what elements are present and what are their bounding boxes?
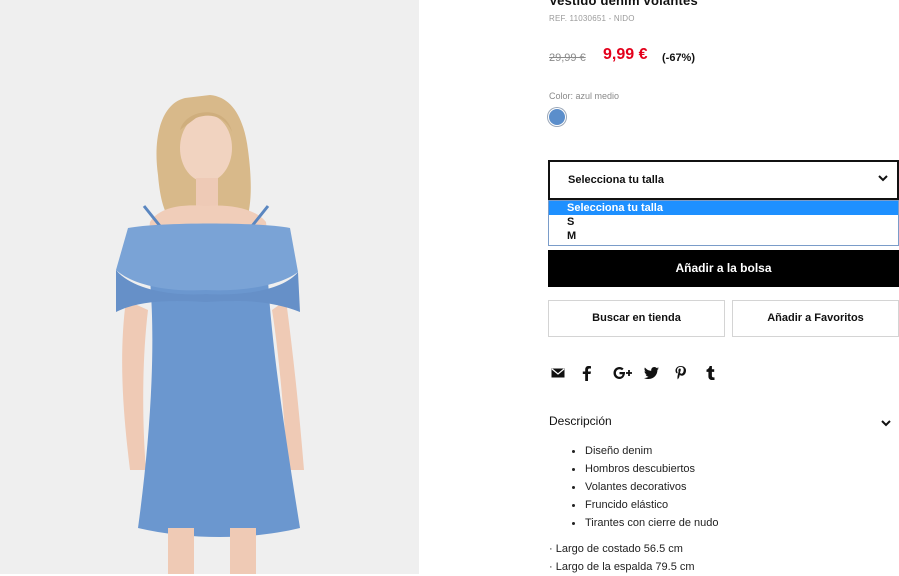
description-list: Diseño denim Hombros descubiertos Volant… xyxy=(570,442,719,532)
model-dress-illustration xyxy=(116,95,304,574)
product-image[interactable] xyxy=(0,0,419,574)
size-select[interactable]: Selecciona tu talla xyxy=(548,160,899,200)
old-price: 29,99 € xyxy=(549,52,586,64)
product-ref: REF. 11030651 - NIDO xyxy=(549,14,635,23)
size-option[interactable]: M xyxy=(549,229,898,243)
discount-badge: (-67%) xyxy=(662,52,696,64)
measurement-side-length: · Largo de costado 56.5 cm xyxy=(549,543,683,555)
measurement-back-length: · Largo de la espalda 79.5 cm xyxy=(549,561,695,573)
share-icons xyxy=(551,364,737,382)
size-select-label: Selecciona tu talla xyxy=(568,174,664,186)
color-swatch[interactable] xyxy=(549,109,565,125)
size-dropdown-list: Selecciona tu talla S M xyxy=(548,200,899,246)
size-option[interactable]: S xyxy=(549,215,898,229)
mail-icon[interactable] xyxy=(551,364,582,382)
description-heading[interactable]: Descripción xyxy=(549,414,612,428)
list-item: Volantes decorativos xyxy=(570,478,719,496)
pinterest-icon[interactable] xyxy=(675,364,706,382)
sale-price: 9,99 € xyxy=(603,46,648,63)
list-item: Diseño denim xyxy=(570,442,719,460)
twitter-icon[interactable] xyxy=(644,364,675,382)
list-item: Fruncido elástico xyxy=(570,496,719,514)
measurements: · Largo de costado 56.5 cm · Largo de la… xyxy=(549,540,695,576)
facebook-icon[interactable] xyxy=(582,364,613,382)
list-item: Tirantes con cierre de nudo xyxy=(570,514,719,532)
google-plus-icon[interactable] xyxy=(613,364,644,382)
color-label: Color: azul medio xyxy=(549,91,620,101)
chevron-down-icon xyxy=(878,175,888,182)
chevron-down-icon[interactable] xyxy=(880,417,892,429)
add-favorites-button[interactable]: Añadir a Favoritos xyxy=(732,300,899,337)
product-title: Vestido denim volantes xyxy=(549,0,698,8)
add-to-bag-button[interactable]: Añadir a la bolsa xyxy=(548,250,899,287)
tumblr-icon[interactable] xyxy=(706,364,737,382)
find-in-store-button[interactable]: Buscar en tienda xyxy=(548,300,725,337)
list-item: Hombros descubiertos xyxy=(570,460,719,478)
size-option[interactable]: Selecciona tu talla xyxy=(549,201,898,215)
